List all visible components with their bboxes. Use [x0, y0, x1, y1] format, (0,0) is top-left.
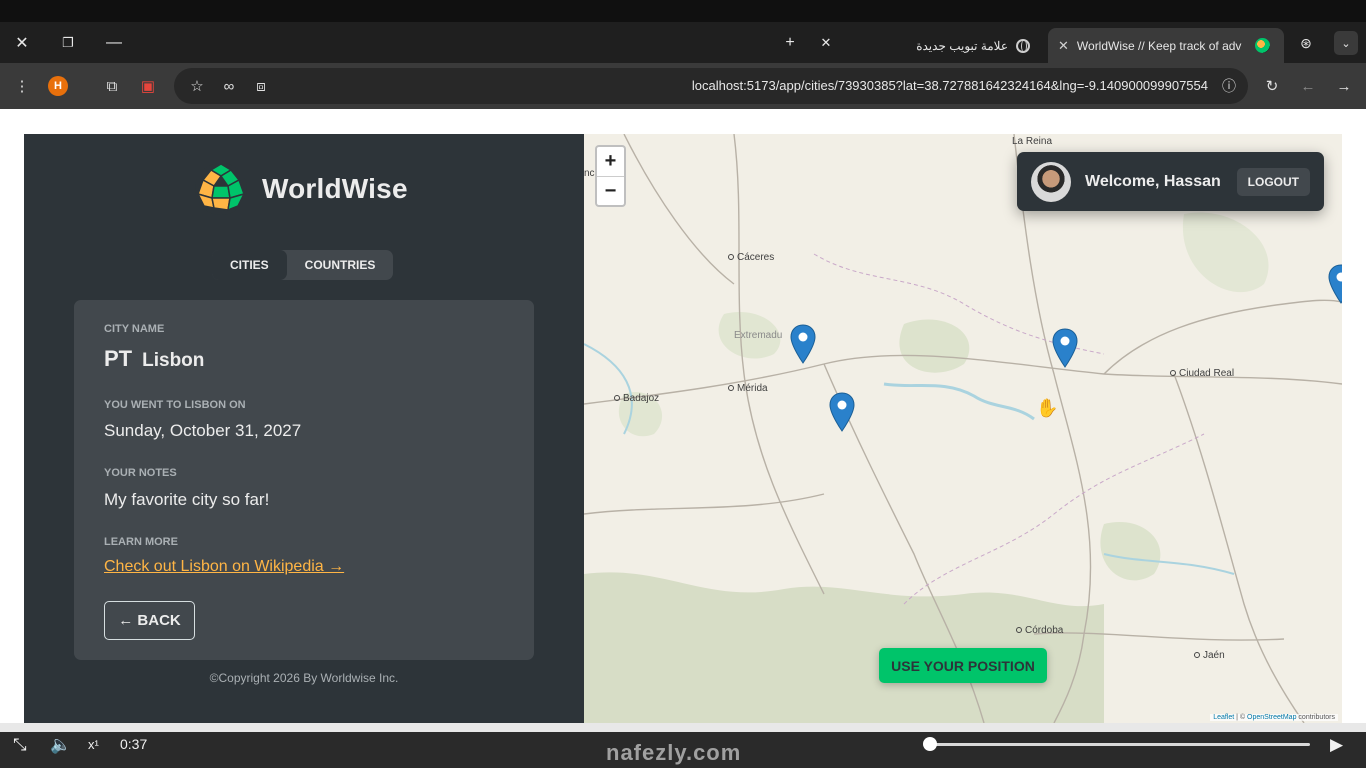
city-details-card: CITY NAME PT Lisbon YOU WENT TO LISBON O… [74, 300, 534, 660]
map-tiles [584, 134, 1342, 723]
map-label: Cáceres [728, 252, 774, 263]
city-name-label: CITY NAME [104, 323, 165, 335]
zoom-out-button[interactable]: − [597, 176, 624, 205]
tab-new-tab[interactable]: علامة تبويب جديدة [840, 28, 1040, 63]
zoom-control: + − [595, 145, 626, 207]
back-arrow-icon[interactable]: ← [1297, 75, 1319, 97]
address-bar: ⋮ H ⧉ ▣ ☆ ∞ ⧈ localhost:5173/app/cities/… [0, 63, 1366, 109]
map-attribution: Leaflet | © OpenStreetMap contributors [1210, 714, 1338, 721]
attribution-text: contributors [1298, 714, 1335, 721]
current-time: 0:37 [120, 736, 148, 752]
window-top-strip [0, 0, 1366, 22]
map-label: Extremadu [734, 330, 783, 341]
exit-fullscreen-icon[interactable]: ⤡ [13, 735, 27, 755]
tab-title: علامة تبويب جديدة [916, 38, 1008, 53]
reader-glasses-icon[interactable]: ∞ [218, 75, 240, 97]
user-panel: Welcome, Hassan LOGOUT [1017, 152, 1324, 211]
omnibox[interactable]: ☆ ∞ ⧈ localhost:5173/app/cities/73930385… [174, 68, 1248, 104]
leaflet-link[interactable]: Leaflet [1213, 714, 1234, 721]
url-text: localhost:5173/app/cities/73930385?lat=3… [691, 78, 1208, 93]
volume-icon[interactable]: 🔈 [50, 735, 71, 755]
map-marker-pin[interactable] [790, 324, 816, 364]
tab-countries[interactable]: COUNTRIES [287, 250, 394, 280]
tab-cities[interactable]: CITIES [212, 250, 287, 280]
wikipedia-link[interactable]: Check out Lisbon on Wikipedia → [104, 558, 344, 576]
play-icon[interactable]: ▶ [1330, 735, 1343, 755]
map-label: La Reina [1012, 136, 1053, 147]
forward-arrow-icon[interactable]: → [1333, 75, 1355, 97]
map-marker-pin[interactable] [1052, 328, 1078, 368]
worldwise-favicon-icon [1254, 38, 1270, 53]
tab-worldwise[interactable]: ✕ WorldWise // Keep track of adv [1048, 28, 1284, 63]
learn-more-label: LEARN MORE [104, 536, 178, 548]
osm-link[interactable]: OpenStreetMap [1247, 714, 1296, 721]
restore-window-icon[interactable]: ❐ [57, 32, 79, 54]
map-marker-pin[interactable] [829, 392, 855, 432]
city-name-text: Lisbon [142, 350, 205, 371]
map-label: Jaén [1194, 650, 1225, 661]
logout-button[interactable]: LOGOUT [1236, 167, 1310, 196]
playback-speed-icon[interactable]: x¹ [88, 737, 99, 752]
notes-label: YOUR NOTES [104, 467, 177, 479]
logo[interactable]: WorldWise [194, 162, 408, 216]
new-tab-icon[interactable]: + [779, 32, 801, 54]
map-label: Mérida [728, 383, 768, 394]
visit-date-label: YOU WENT TO LISBON ON [104, 399, 246, 411]
profile-avatar[interactable]: H [47, 75, 69, 97]
extensions-puzzle-icon[interactable]: ⧉ [101, 75, 123, 97]
avatar [1031, 161, 1071, 202]
zoom-in-button[interactable]: + [597, 147, 624, 176]
map-label: Córdoba [1016, 625, 1063, 636]
nav-tabs: CITIES COUNTRIES [212, 250, 394, 280]
seek-bar[interactable] [930, 743, 1310, 746]
map-label: Ciudad Real [1170, 368, 1234, 379]
sidebar: WorldWise CITIES COUNTRIES CITY NAME PT … [24, 134, 584, 723]
tab-search-chevron-down-icon[interactable]: ⌄ [1334, 31, 1358, 55]
welcome-text: Welcome, Hassan [1085, 172, 1221, 190]
city-name: PT Lisbon [104, 346, 204, 372]
copyright: ©Copyright 2026 By Worldwise Inc. [209, 671, 399, 685]
tab-title: WorldWise // Keep track of adv [1076, 38, 1242, 53]
notes-text: My favorite city so far! [104, 490, 270, 509]
bookmark-star-icon[interactable]: ☆ [186, 75, 208, 97]
map-label: nc [584, 168, 595, 179]
logo-text: WorldWise [262, 173, 408, 204]
watermark: nafezly.com [606, 740, 742, 765]
minimize-window-icon[interactable]: — [103, 32, 125, 54]
menu-kebab-icon[interactable]: ⋮ [11, 75, 33, 97]
map-label: Badajoz [614, 393, 659, 404]
seek-knob[interactable] [923, 737, 937, 751]
visit-date: Sunday, October 31, 2027 [104, 421, 302, 440]
close-window-icon[interactable]: ✕ [11, 32, 33, 54]
tab-bar: ✕ ❐ — + ✕ علامة تبويب جديدة ✕ WorldWise … [0, 22, 1366, 63]
grab-cursor-icon: ✋ [1036, 398, 1059, 418]
map[interactable]: + − La Reina Cáceres Extremadu Mérida Ba… [584, 134, 1342, 723]
site-info-icon[interactable]: ⓘ [1218, 75, 1240, 97]
extension-icon[interactable]: ▣ [137, 75, 159, 97]
reload-icon[interactable]: ↻ [1261, 75, 1283, 97]
chatgpt-icon[interactable]: ⊛ [1295, 32, 1317, 54]
translate-icon[interactable]: ⧈ [250, 75, 272, 97]
close-tab-icon[interactable]: ✕ [815, 32, 837, 54]
globe-icon [1016, 38, 1030, 53]
country-flag: PT [104, 346, 133, 371]
back-button[interactable]: ← BACK [104, 601, 195, 640]
worldwise-logo-icon [195, 163, 247, 215]
close-tab-icon[interactable]: ✕ [1058, 38, 1069, 54]
map-marker-pin[interactable] [1328, 264, 1342, 304]
use-position-button[interactable]: USE YOUR POSITION [879, 648, 1047, 683]
